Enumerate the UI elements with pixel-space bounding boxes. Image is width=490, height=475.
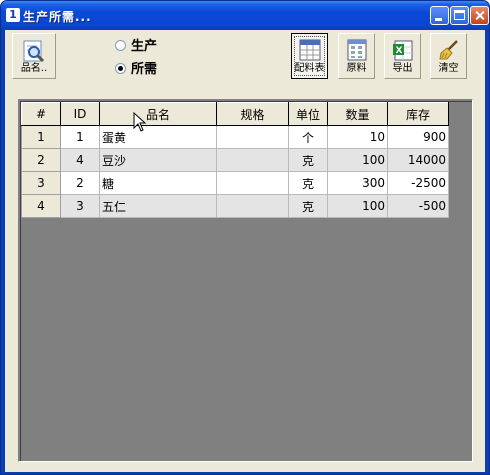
window-title: 生产所需... bbox=[23, 10, 92, 24]
broom-icon bbox=[438, 40, 458, 60]
cell-stock[interactable]: -2500 bbox=[387, 171, 449, 195]
excel-export-icon: X bbox=[392, 40, 412, 61]
minimize-icon[interactable] bbox=[430, 6, 449, 25]
column-header-id[interactable]: ID bbox=[60, 102, 100, 126]
radio-production-label: 生产 bbox=[131, 39, 158, 54]
cell-unit[interactable]: 克 bbox=[288, 148, 328, 172]
radio-production-dot[interactable] bbox=[115, 40, 126, 51]
table-row[interactable]: 4 3 五仁 克 100 -500 bbox=[21, 194, 449, 218]
grid-table: # ID 品名 规格 单位 数量 库存 1 1 蛋黄 个 10 900 2 4 … bbox=[21, 102, 449, 218]
radio-production[interactable]: 生产 bbox=[115, 35, 157, 54]
cell-stock[interactable]: 14000 bbox=[387, 148, 449, 172]
cell-name[interactable]: 五仁 bbox=[99, 194, 217, 218]
table-row[interactable]: 1 1 蛋黄 个 10 900 bbox=[21, 125, 449, 149]
cell-qty[interactable]: 10 bbox=[327, 125, 388, 149]
cell-unit[interactable]: 克 bbox=[288, 194, 328, 218]
material-button[interactable]: 原料 bbox=[338, 33, 375, 79]
cell-qty[interactable]: 100 bbox=[327, 194, 388, 218]
cell-name[interactable]: 糖 bbox=[99, 171, 217, 195]
cell-qty[interactable]: 100 bbox=[327, 148, 388, 172]
close-icon[interactable] bbox=[470, 6, 489, 25]
column-header-name[interactable]: 品名 bbox=[99, 102, 217, 126]
cell-spec[interactable] bbox=[216, 194, 289, 218]
recipe-button[interactable]: 配料表 bbox=[291, 33, 328, 79]
material-label: 原料 bbox=[346, 63, 367, 74]
column-header-unit[interactable]: 单位 bbox=[288, 102, 328, 126]
cell-id[interactable]: 1 bbox=[60, 125, 100, 149]
column-header-stock[interactable]: 库存 bbox=[387, 102, 449, 126]
row-number[interactable]: 1 bbox=[21, 125, 61, 149]
app-window: 1 生产所需... 品名.. 生产 所需 配料表 原料 X 导出 清空 # ID… bbox=[0, 0, 490, 475]
search-item-button[interactable]: 品名.. bbox=[12, 33, 56, 79]
recipe-label: 配料表 bbox=[294, 63, 325, 74]
clear-label: 清空 bbox=[438, 63, 459, 74]
export-label: 导出 bbox=[392, 63, 413, 74]
title-bar[interactable]: 1 生产所需... bbox=[1, 1, 489, 30]
radio-required-label: 所需 bbox=[131, 62, 158, 77]
svg-text:X: X bbox=[395, 46, 402, 56]
cell-id[interactable]: 2 bbox=[60, 171, 100, 195]
clear-button[interactable]: 清空 bbox=[430, 33, 467, 79]
cell-id[interactable]: 4 bbox=[60, 148, 100, 172]
export-button[interactable]: X 导出 bbox=[384, 33, 421, 79]
cell-spec[interactable] bbox=[216, 125, 289, 149]
cell-unit[interactable]: 个 bbox=[288, 125, 328, 149]
app-icon: 1 bbox=[6, 8, 20, 22]
cell-spec[interactable] bbox=[216, 171, 289, 195]
row-number[interactable]: 4 bbox=[21, 194, 61, 218]
cell-stock[interactable]: -500 bbox=[387, 194, 449, 218]
mouse-pointer-icon bbox=[133, 112, 147, 132]
maximize-icon[interactable] bbox=[450, 6, 469, 25]
grid-empty-area: # ID 品名 规格 单位 数量 库存 1 1 蛋黄 个 10 900 2 4 … bbox=[20, 101, 472, 461]
cell-stock[interactable]: 900 bbox=[387, 125, 449, 149]
cell-id[interactable]: 3 bbox=[60, 194, 100, 218]
recipe-table-icon bbox=[299, 39, 320, 61]
cell-name[interactable]: 豆沙 bbox=[99, 148, 217, 172]
search-item-label: 品名.. bbox=[20, 63, 48, 74]
radio-required-dot[interactable] bbox=[115, 63, 126, 74]
cell-qty[interactable]: 300 bbox=[327, 171, 388, 195]
column-header-qty[interactable]: 数量 bbox=[327, 102, 388, 126]
grid-header-row: # ID 品名 规格 单位 数量 库存 bbox=[21, 102, 449, 126]
table-row[interactable]: 3 2 糖 克 300 -2500 bbox=[21, 171, 449, 195]
column-header-spec[interactable]: 规格 bbox=[216, 102, 289, 126]
material-table-icon bbox=[347, 39, 366, 61]
radio-required[interactable]: 所需 bbox=[115, 58, 157, 77]
cell-name[interactable]: 蛋黄 bbox=[99, 125, 217, 149]
row-number[interactable]: 3 bbox=[21, 171, 61, 195]
table-row[interactable]: 2 4 豆沙 克 100 14000 bbox=[21, 148, 449, 172]
column-header-rownum[interactable]: # bbox=[21, 102, 61, 126]
cell-unit[interactable]: 克 bbox=[288, 171, 328, 195]
cell-spec[interactable] bbox=[216, 148, 289, 172]
data-grid[interactable]: # ID 品名 规格 单位 数量 库存 1 1 蛋黄 个 10 900 2 4 … bbox=[18, 99, 473, 462]
client-area: 品名.. 生产 所需 配料表 原料 X 导出 清空 # ID 品名 规格 单位 … bbox=[5, 30, 485, 472]
row-number[interactable]: 2 bbox=[21, 148, 61, 172]
